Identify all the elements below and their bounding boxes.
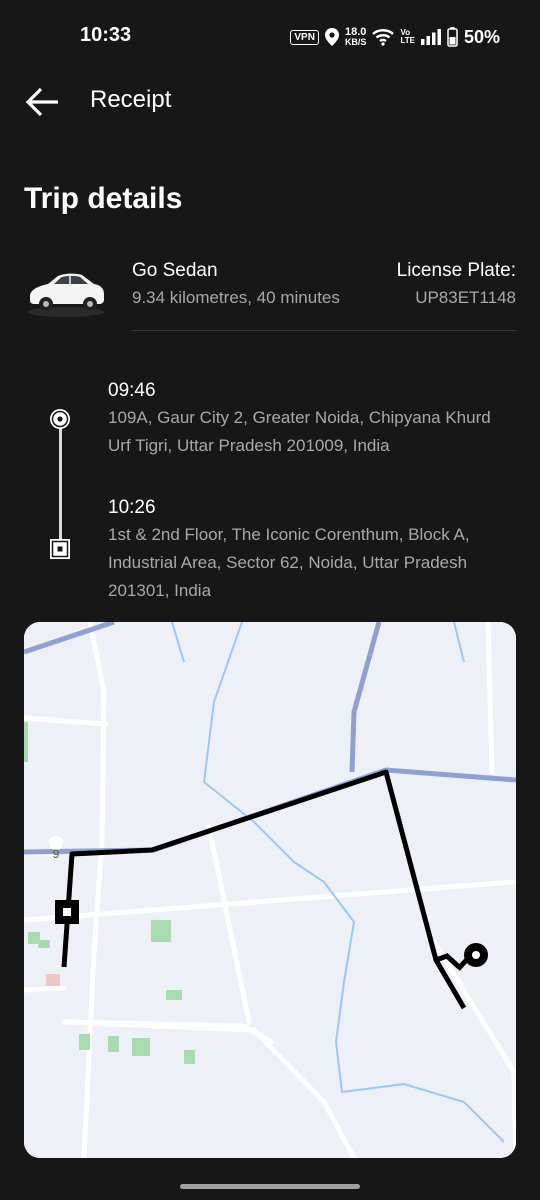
route-timeline-line [59, 428, 62, 540]
pickup-marker-icon [50, 409, 70, 429]
car-icon [28, 273, 104, 317]
map-dropoff-pin-icon [55, 900, 79, 924]
pickup-time: 09:46 [108, 380, 156, 401]
license-plate-label: License Plate: [396, 260, 516, 281]
trip-summary: 9.34 kilometres, 40 minutes [132, 288, 340, 307]
vehicle-type: Go Sedan [132, 260, 218, 281]
signal-icon [420, 29, 441, 45]
route-map[interactable]: 9 [24, 622, 516, 1158]
volte-bottom: LTE [400, 36, 415, 45]
divider [132, 330, 516, 331]
app-bar: Receipt [0, 72, 540, 128]
map-road-label: 9 [53, 847, 60, 861]
trip-details-heading: Trip details [24, 182, 183, 215]
arrow-left-icon [25, 87, 58, 117]
gesture-nav-bar[interactable] [180, 1184, 360, 1189]
location-icon [324, 28, 339, 46]
wifi-icon [372, 29, 395, 46]
speed-unit: KB/S [344, 37, 367, 47]
back-button[interactable] [24, 82, 64, 122]
license-plate-value: UP83ET1148 [415, 288, 516, 307]
dropoff-time: 10:26 [108, 497, 156, 518]
volte-indicator: Vo LTE [400, 29, 415, 45]
status-bar: 10:33 VPN 18.0 KB/S Vo LTE 50% [0, 0, 540, 72]
pickup-address: 109A, Gaur City 2, Greater Noida, Chipya… [108, 408, 491, 455]
battery-percent: 50% [463, 26, 500, 47]
network-speed: 18.0 KB/S [345, 27, 367, 47]
status-icons: VPN 18.0 KB/S Vo LTE 50% [290, 24, 500, 50]
status-time: 10:33 [80, 24, 132, 46]
vpn-badge: VPN [290, 29, 319, 45]
dropoff-address: 1st & 2nd Floor, The Iconic Corenthum, B… [108, 525, 470, 600]
battery-icon [447, 27, 458, 47]
dropoff-marker-icon [50, 539, 70, 559]
page-title: Receipt [90, 86, 172, 113]
